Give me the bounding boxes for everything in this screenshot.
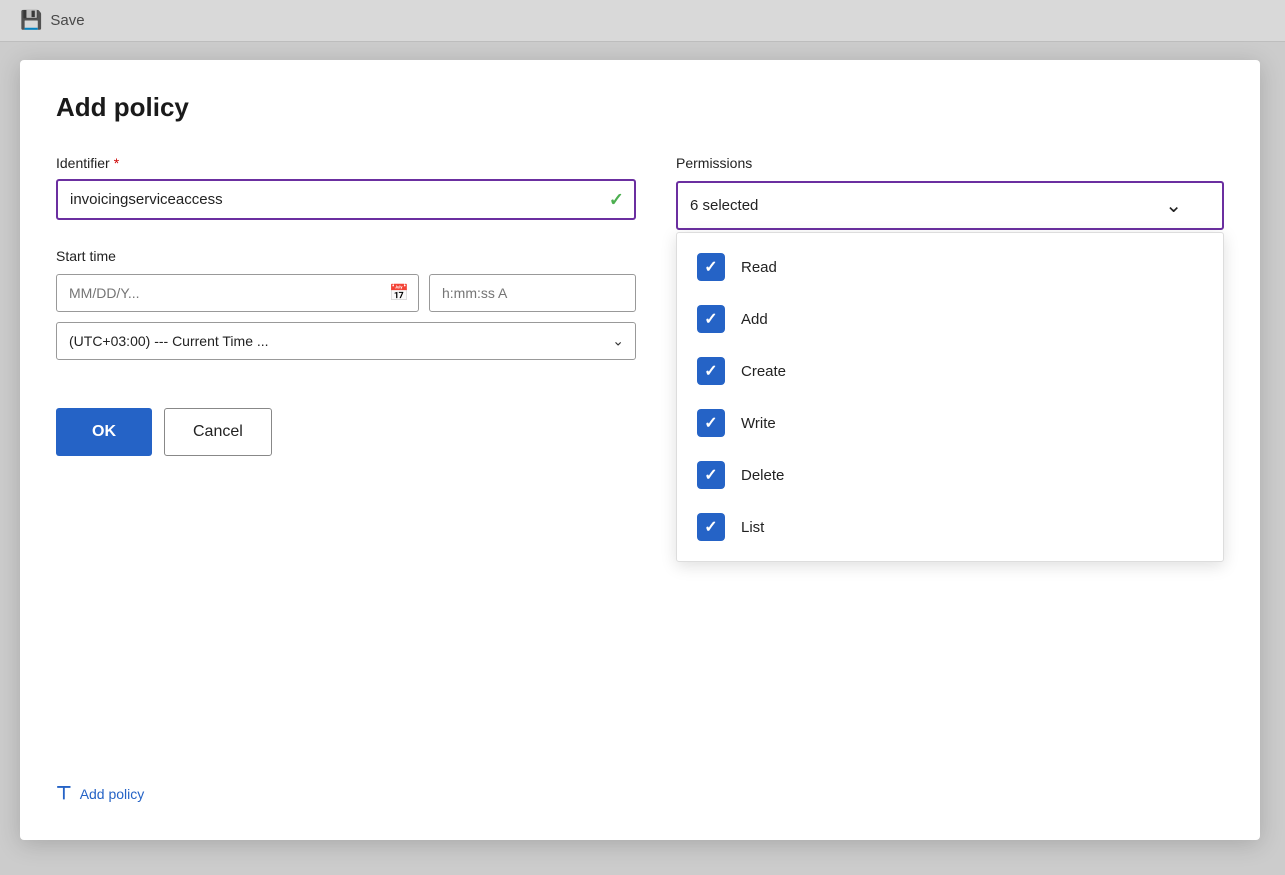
time-input[interactable] [429, 274, 636, 312]
cancel-button[interactable]: Cancel [164, 408, 272, 456]
valid-check-icon: ✓ [609, 189, 624, 210]
modal-dialog: Add policy Identifier * ✓ Start time [20, 60, 1260, 840]
identifier-label: Identifier * [56, 155, 636, 171]
button-row: OK Cancel [56, 408, 636, 456]
permission-add-label: Add [741, 311, 768, 328]
permission-add-checkbox [697, 305, 725, 333]
required-indicator: * [114, 155, 119, 171]
identifier-field-wrapper: ✓ [56, 179, 636, 220]
calendar-icon: 📅 [389, 283, 409, 303]
permission-item-add[interactable]: Add [677, 293, 1223, 345]
permissions-chevron-icon: ⌄ [1165, 193, 1182, 218]
permission-list-label: List [741, 519, 764, 536]
permissions-selected-count: 6 selected [690, 197, 758, 214]
permission-list-checkbox [697, 513, 725, 541]
permissions-label: Permissions [676, 155, 1224, 171]
timezone-wrapper: ⌄ [56, 322, 636, 360]
add-policy-link-label: Add policy [80, 786, 145, 802]
permission-item-create[interactable]: Create [677, 345, 1223, 397]
permission-read-label: Read [741, 259, 777, 276]
permission-create-label: Create [741, 363, 786, 380]
start-time-label: Start time [56, 248, 636, 264]
identifier-input[interactable] [56, 179, 636, 220]
permission-write-checkbox [697, 409, 725, 437]
permission-item-read[interactable]: Read [677, 241, 1223, 293]
permission-delete-label: Delete [741, 467, 784, 484]
permissions-dropdown: Read Add Create Write [676, 232, 1224, 562]
permission-item-write[interactable]: Write [677, 397, 1223, 449]
permissions-select-box[interactable]: 6 selected ⌄ [676, 181, 1224, 230]
ok-button[interactable]: OK [56, 408, 152, 456]
add-policy-link[interactable]: ⊤ Add policy [56, 783, 144, 804]
date-input-wrapper: 📅 [56, 274, 419, 312]
permission-item-list[interactable]: List [677, 501, 1223, 553]
permission-item-delete[interactable]: Delete [677, 449, 1223, 501]
add-policy-icon: ⊤ [56, 783, 72, 804]
form-left: Identifier * ✓ Start time 📅 [56, 155, 636, 456]
start-time-row: 📅 [56, 274, 636, 312]
modal-title: Add policy [56, 92, 1224, 123]
timezone-input[interactable] [56, 322, 636, 360]
permission-delete-checkbox [697, 461, 725, 489]
permission-create-checkbox [697, 357, 725, 385]
form-layout: Identifier * ✓ Start time 📅 [56, 155, 1224, 456]
modal-overlay: Add policy Identifier * ✓ Start time [0, 0, 1285, 875]
permission-read-checkbox [697, 253, 725, 281]
permission-write-label: Write [741, 415, 776, 432]
form-right: Permissions 6 selected ⌄ Read Add [676, 155, 1224, 230]
date-input[interactable] [56, 274, 419, 312]
permissions-select-container: 6 selected ⌄ Read Add [676, 181, 1224, 230]
